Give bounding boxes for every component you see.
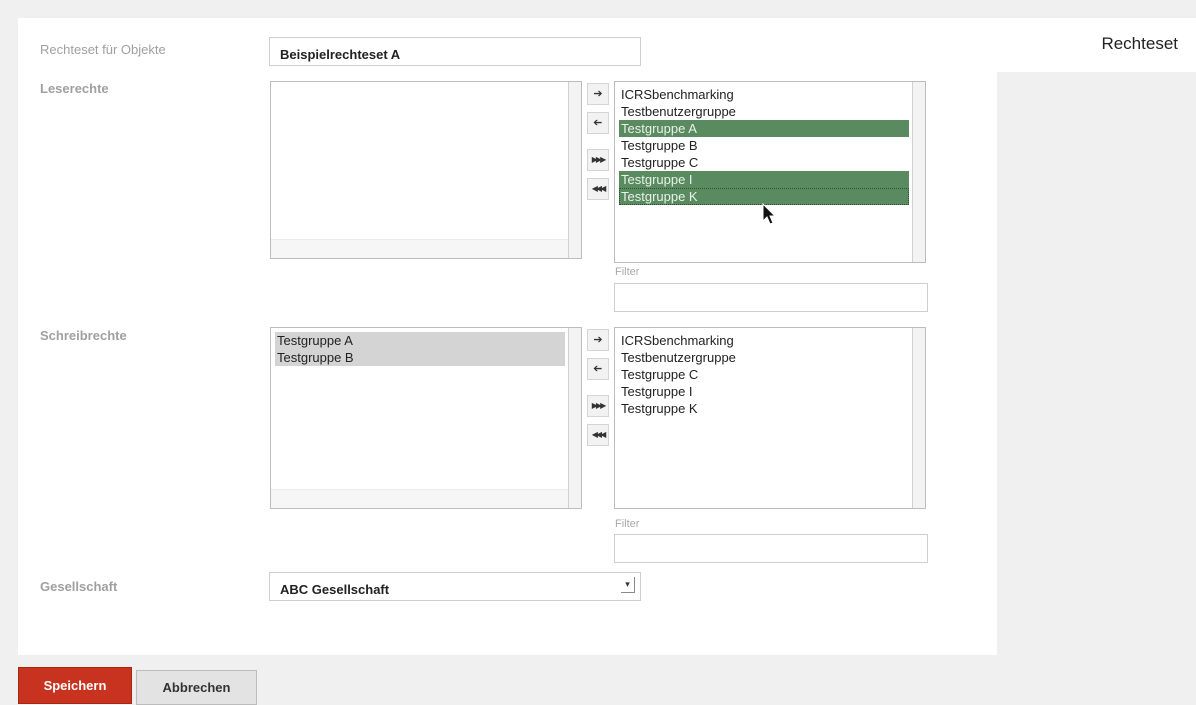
list-option[interactable]: Testgruppe C <box>619 366 909 383</box>
save-button[interactable]: Speichern <box>18 667 132 704</box>
arrows-right-icon: ▶▶▶ <box>591 401 607 410</box>
list-option[interactable]: Testgruppe I <box>619 383 909 400</box>
add-button[interactable]: ➔ <box>587 329 609 351</box>
remove-button[interactable]: ➔ <box>587 112 609 134</box>
add-button[interactable]: ➔ <box>587 83 609 105</box>
list-option[interactable]: ICRSbenchmarking <box>619 86 909 103</box>
list-option[interactable]: Testbenutzergruppe <box>619 103 909 120</box>
vertical-scrollbar[interactable] <box>912 328 925 508</box>
list-option[interactable]: Testgruppe I <box>619 171 909 188</box>
arrows-right-icon: ▶▶▶ <box>591 155 607 164</box>
remove-all-button[interactable]: ◀◀◀ <box>587 424 609 446</box>
add-all-button[interactable]: ▶▶▶ <box>587 395 609 417</box>
read-available-options: ICRSbenchmarking Testbenutzergruppe Testgr… <box>619 86 909 205</box>
read-filter-input[interactable] <box>614 283 928 312</box>
chevron-down-icon[interactable]: ▾ <box>621 577 635 593</box>
company-label: Gesellschaft <box>40 579 118 594</box>
remove-button[interactable]: ➔ <box>587 358 609 380</box>
vertical-scrollbar[interactable] <box>568 328 581 508</box>
list-option[interactable]: Testbenutzergruppe <box>619 349 909 366</box>
write-available-list[interactable]: ICRSbenchmarking Testbenutzergruppe Testgr… <box>614 327 926 509</box>
vertical-scrollbar[interactable] <box>568 82 581 258</box>
horizontal-scrollbar[interactable] <box>271 239 570 258</box>
name-label: Rechteset für Objekte <box>40 42 166 57</box>
list-option[interactable]: Testgruppe B <box>275 349 565 366</box>
write-selected-options: Testgruppe A Testgruppe B <box>275 332 565 366</box>
write-available-options: ICRSbenchmarking Testbenutzergruppe Testgr… <box>619 332 909 417</box>
write-selected-list[interactable]: Testgruppe A Testgruppe B <box>270 327 582 509</box>
remove-all-button[interactable]: ◀◀◀ <box>587 178 609 200</box>
list-option[interactable]: ICRSbenchmarking <box>619 332 909 349</box>
read-filter-label: Filter <box>615 266 640 278</box>
read-label: Leserechte <box>40 81 109 96</box>
tab-label: Rechteset <box>1101 34 1178 53</box>
tab-rechteset[interactable]: Rechteset <box>997 18 1196 72</box>
write-label: Schreibrechte <box>40 328 127 343</box>
arrows-left-icon: ◀◀◀ <box>591 184 607 193</box>
company-select[interactable]: ABC Gesellschaft <box>269 572 641 601</box>
arrows-left-icon: ◀◀◀ <box>591 430 607 439</box>
read-selected-list[interactable] <box>270 81 582 259</box>
write-filter-input[interactable] <box>614 534 928 563</box>
arrow-left-icon: ➔ <box>593 363 603 375</box>
read-available-list[interactable]: ICRSbenchmarking Testbenutzergruppe Testgr… <box>614 81 926 263</box>
mouse-cursor-icon <box>762 203 777 225</box>
write-filter-label: Filter <box>615 518 640 530</box>
vertical-scrollbar[interactable] <box>912 82 925 262</box>
add-all-button[interactable]: ▶▶▶ <box>587 149 609 171</box>
list-option[interactable]: Testgruppe A <box>275 332 565 349</box>
cancel-button[interactable]: Abbrechen <box>136 670 257 705</box>
name-field[interactable]: Beispielrechteset A <box>269 37 641 66</box>
arrow-left-icon: ➔ <box>593 117 603 129</box>
list-option[interactable]: Testgruppe B <box>619 137 909 154</box>
arrow-right-icon: ➔ <box>593 88 603 100</box>
horizontal-scrollbar[interactable] <box>271 489 570 508</box>
arrow-right-icon: ➔ <box>593 334 603 346</box>
list-option[interactable]: Testgruppe K <box>619 400 909 417</box>
list-option[interactable]: Testgruppe C <box>619 154 909 171</box>
list-option[interactable]: Testgruppe A <box>619 120 909 137</box>
